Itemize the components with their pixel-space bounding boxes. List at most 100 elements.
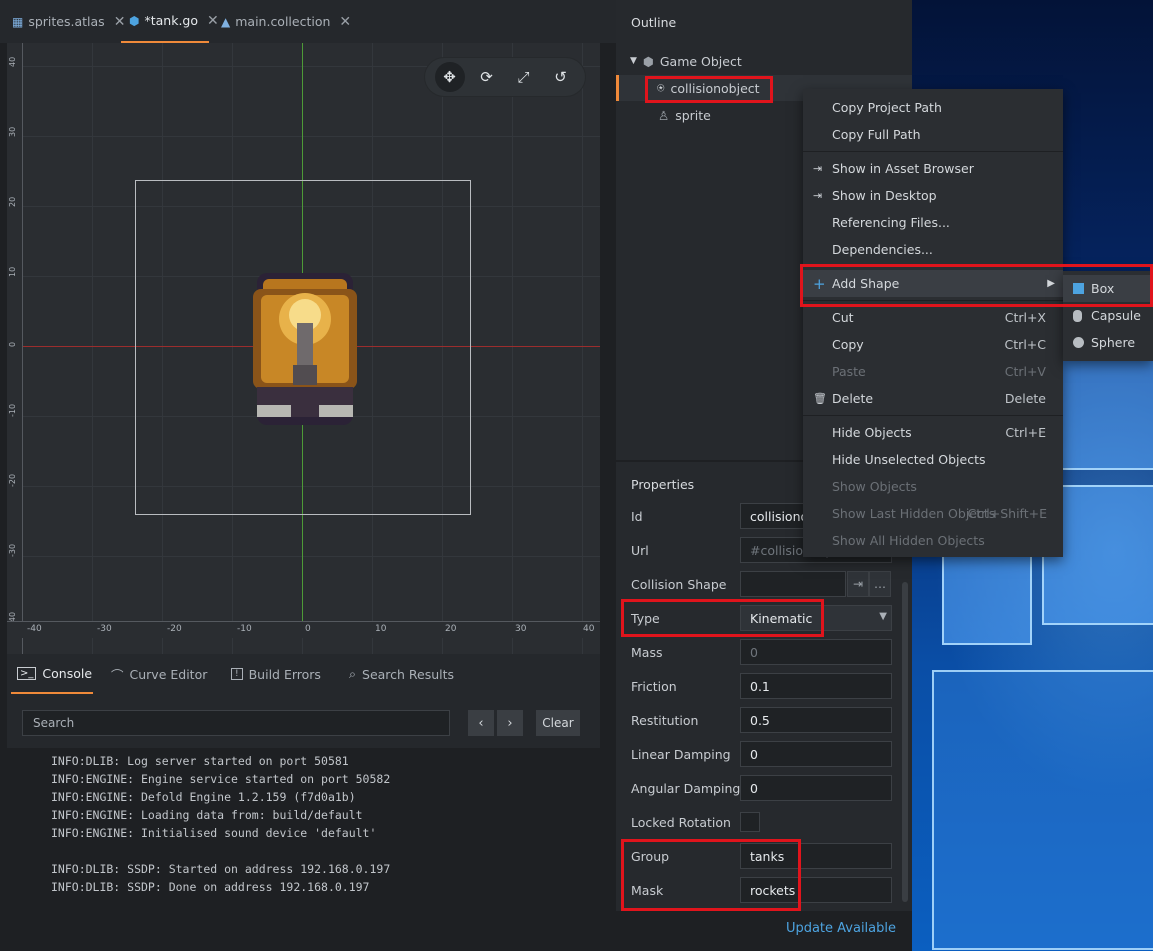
menu-copy[interactable]: Copy Ctrl+C (803, 331, 1063, 358)
properties-scrollbar[interactable] (902, 582, 908, 902)
menu-copy-project-path[interactable]: Copy Project Path (803, 94, 1063, 121)
box-icon (1073, 283, 1084, 294)
tank-sprite[interactable] (243, 269, 367, 429)
outline-title: Outline (631, 15, 677, 30)
bottom-tab-bar: >_ Console ⌒ Curve Editor ! Build Errors… (7, 654, 600, 694)
rotate-tool-icon[interactable]: ⟳ (472, 62, 502, 92)
collision-shape-field[interactable] (740, 571, 846, 597)
restitution-field[interactable]: 0.5 (740, 707, 892, 733)
locked-rotation-checkbox[interactable] (740, 812, 760, 832)
close-icon[interactable]: ✕ (339, 14, 351, 30)
group-label: Group (631, 849, 670, 864)
clear-button[interactable]: Clear (536, 710, 580, 736)
update-available-link[interactable]: Update Available (786, 921, 896, 936)
menu-show-last-hidden-objects: Show Last Hidden Objects Ctrl+Shift+E (832, 506, 1047, 521)
x-tick-label: 0 (305, 624, 311, 634)
menu-show-objects: Show Objects (832, 479, 917, 494)
menu-show-in-asset-browser[interactable]: ⇥ Show in Asset Browser (803, 155, 1063, 182)
trash-icon: 🗑 (813, 392, 827, 405)
url-label: Url (631, 543, 649, 558)
x-tick-label: -20 (167, 624, 182, 634)
chevron-down-icon: ▼ (879, 611, 887, 622)
expand-arrow-icon[interactable]: ▼ (630, 56, 637, 66)
menu-hide-unselected-objects[interactable]: Hide Unselected Objects (803, 446, 1063, 473)
editor-tab-bar: ▦ sprites.atlas ✕ ⬢ *tank.go ✕ ▲ main.co… (0, 0, 616, 43)
mass-label: Mass (631, 645, 663, 660)
linear-damping-field[interactable]: 0 (740, 741, 892, 767)
go-to-resource-icon[interactable]: ⇥ (847, 571, 869, 597)
next-match-button[interactable]: › (497, 710, 523, 736)
x-tick-label: -10 (237, 624, 252, 634)
mask-field[interactable]: rockets (740, 877, 892, 903)
friction-field[interactable]: 0.1 (740, 673, 892, 699)
collision-shape-label: Collision Shape (631, 577, 727, 592)
menu-show-in-desktop[interactable]: ⇥ Show in Desktop (803, 182, 1063, 209)
vertical-ruler: 40 30 20 10 0 -10 -20 -30 -40 (7, 43, 23, 654)
scene-toolbar: ✥ ⟳ ⤢ ↺ (425, 58, 585, 96)
x-tick-label: -30 (97, 624, 112, 634)
game-object-icon: ⬢ (129, 13, 140, 28)
angular-damping-field[interactable]: 0 (740, 775, 892, 801)
group-field[interactable]: tanks (740, 843, 892, 869)
type-label: Type (631, 611, 660, 626)
scene-view[interactable]: 40 30 20 10 0 -10 -20 -30 -40 -40 -30 -2… (7, 43, 600, 654)
console-icon: >_ (17, 666, 37, 680)
y-tick-label: 10 (8, 266, 17, 277)
restitution-label: Restitution (631, 713, 699, 728)
show-icon: ⇥ (813, 162, 823, 175)
tab-curve-editor[interactable]: ⌒ Curve Editor (105, 654, 213, 694)
linear-damping-label: Linear Damping (631, 747, 731, 762)
menu-cut[interactable]: Cut Ctrl+X (803, 304, 1063, 331)
outline-item-game-object[interactable]: ▼ ⬢ Game Object (630, 48, 742, 74)
x-tick-label: 20 (445, 624, 457, 634)
move-tool-icon[interactable]: ✥ (434, 62, 465, 92)
menu-referencing-files[interactable]: Referencing Files... (803, 209, 1063, 236)
search-icon: ⌕ (349, 666, 357, 681)
friction-label: Friction (631, 679, 677, 694)
y-tick-label: -30 (8, 543, 17, 557)
atlas-icon: ▦ (12, 14, 24, 29)
menu-dependencies[interactable]: Dependencies... (803, 236, 1063, 263)
menu-add-shape[interactable]: + Add Shape ▶ (803, 270, 1063, 297)
tab-console[interactable]: >_ Console (11, 654, 93, 694)
outline-item-sprite[interactable]: ♙ sprite (658, 102, 711, 128)
browse-button[interactable]: … (869, 571, 891, 597)
tab-main-collection[interactable]: ▲ main.collection ✕ (213, 0, 359, 43)
tab-sprites-atlas[interactable]: ▦ sprites.atlas ✕ (4, 0, 133, 43)
capsule-icon (1073, 309, 1082, 322)
type-select[interactable]: Kinematic ▼ (740, 605, 892, 631)
tab-tank-go[interactable]: ⬢ *tank.go ✕ (121, 0, 219, 43)
y-tick-label: -10 (8, 403, 17, 417)
tab-build-errors[interactable]: ! Build Errors (225, 654, 327, 694)
collection-icon: ▲ (221, 14, 231, 29)
plus-icon: + (813, 274, 826, 293)
menu-show-all-hidden-objects: Show All Hidden Objects (832, 533, 985, 548)
add-shape-submenu: Box Capsule Sphere (1063, 271, 1153, 361)
mask-label: Mask (631, 883, 664, 898)
sphere-icon (1073, 337, 1084, 348)
menu-shape-box[interactable]: Box (1063, 275, 1153, 302)
camera-tool-icon[interactable]: ↺ (546, 62, 576, 92)
x-tick-label: 10 (375, 624, 387, 634)
game-object-icon: ⬢ (642, 53, 654, 69)
locked-rotation-label: Locked Rotation (631, 815, 731, 830)
scale-tool-icon[interactable]: ⤢ (509, 62, 539, 92)
warning-icon: ! (231, 668, 243, 680)
console-search-input[interactable]: Search (22, 710, 450, 736)
x-tick-label: 40 (583, 624, 595, 634)
y-tick-label: 40 (8, 56, 17, 67)
angular-damping-label: Angular Damping (631, 781, 741, 796)
chevron-right-icon: ▶ (1047, 278, 1055, 289)
status-bar: Update Available (0, 911, 912, 951)
y-tick-label: 30 (8, 126, 17, 137)
prev-match-button[interactable]: ‹ (468, 710, 494, 736)
y-tick-label: 0 (8, 341, 17, 347)
mass-field[interactable]: 0 (740, 639, 892, 665)
menu-delete[interactable]: 🗑 Delete Delete (803, 385, 1063, 412)
menu-copy-full-path[interactable]: Copy Full Path (803, 121, 1063, 148)
menu-shape-sphere[interactable]: Sphere (1063, 329, 1153, 356)
tab-search-results[interactable]: ⌕ Search Results (343, 654, 460, 694)
menu-hide-objects[interactable]: Hide Objects Ctrl+E (803, 419, 1063, 446)
x-tick-label: -40 (27, 624, 42, 634)
menu-shape-capsule[interactable]: Capsule (1063, 302, 1153, 329)
